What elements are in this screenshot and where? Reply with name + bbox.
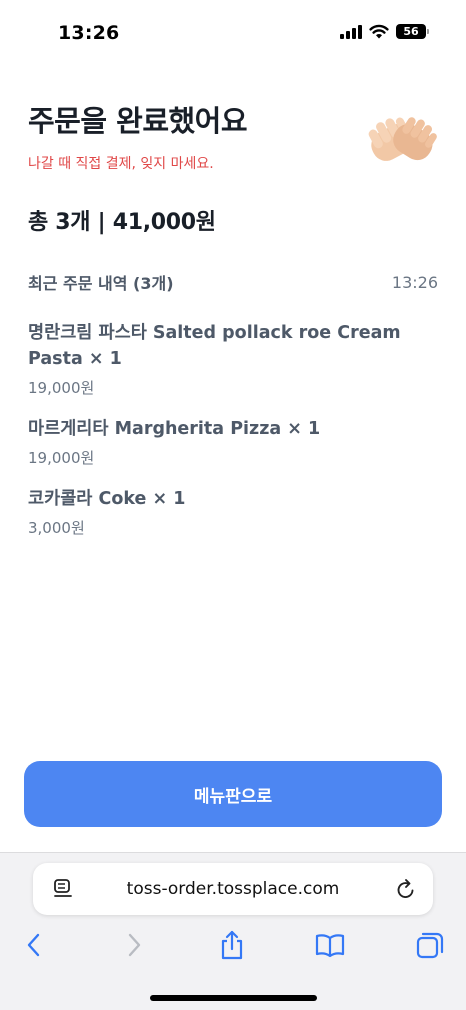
order-item-name: 마르게리타 Margherita Pizza × 1	[28, 419, 321, 439]
order-total: 총 3개 | 41,000원	[28, 210, 216, 235]
status-time: 13:26	[58, 22, 120, 44]
browser-toolbar	[0, 929, 466, 965]
back-to-menu-button[interactable]: 메뉴판으로	[24, 761, 442, 827]
clapping-hands-icon	[368, 117, 437, 161]
status-icons: 56	[340, 24, 429, 39]
order-item-name: 명란크림 파스타 Salted pollack roe Cream Pasta …	[28, 323, 401, 369]
order-history-header: 최근 주문 내역 (3개) 13:26	[28, 270, 438, 294]
url-text: toss-order.tossplace.com	[126, 879, 340, 899]
address-bar[interactable]: toss-order.tossplace.com	[33, 863, 433, 915]
list-item: 명란크림 파스타 Salted pollack roe Cream Pasta …	[28, 320, 418, 398]
forward-icon[interactable]	[118, 929, 150, 961]
order-item-price: 19,000원	[28, 449, 95, 467]
order-item-price: 19,000원	[28, 379, 95, 397]
browser-chrome: toss-order.tossplace.com	[0, 852, 466, 1010]
order-history-title: 최근 주문 내역 (3개)	[28, 274, 174, 293]
order-item-price: 3,000원	[28, 519, 85, 537]
battery-level: 56	[403, 25, 419, 38]
bookmarks-icon[interactable]	[314, 929, 346, 961]
share-icon[interactable]	[216, 929, 248, 961]
order-item-name: 코카콜라 Coke × 1	[28, 489, 186, 509]
list-item: 코카콜라 Coke × 1 3,000원	[28, 486, 418, 538]
cellular-signal-icon	[340, 24, 362, 39]
battery-icon: 56	[396, 24, 429, 39]
home-indicator	[150, 995, 317, 1001]
list-item: 마르게리타 Margherita Pizza × 1 19,000원	[28, 416, 418, 468]
tabs-icon[interactable]	[414, 929, 446, 961]
order-list: 명란크림 파스타 Salted pollack roe Cream Pasta …	[28, 320, 418, 556]
order-complete-header: 주문을 완료했어요 나갈 때 직접 결제, 잊지 마세요.	[28, 98, 438, 173]
wifi-icon	[369, 24, 389, 39]
reload-icon[interactable]	[395, 877, 417, 901]
back-icon[interactable]	[18, 929, 50, 961]
status-bar: 13:26 56	[0, 0, 466, 70]
order-time: 13:26	[391, 272, 438, 292]
